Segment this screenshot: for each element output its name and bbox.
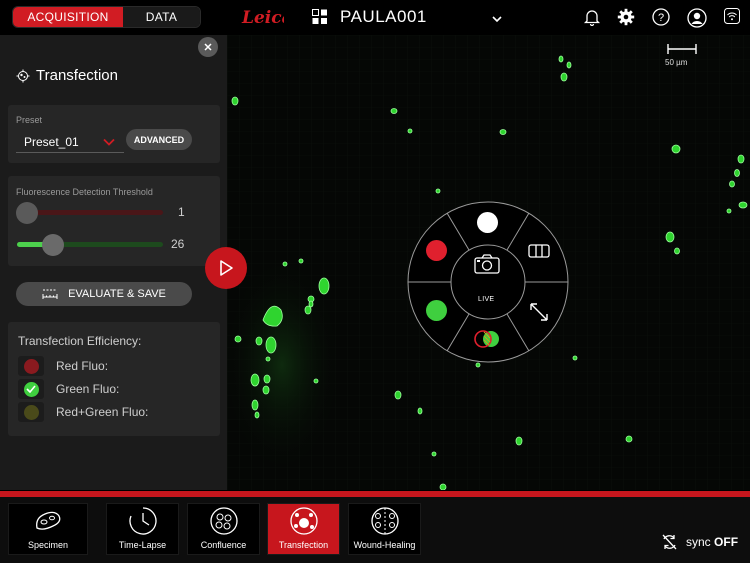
red-fluo-dot [23, 358, 39, 374]
preset-underline [16, 152, 124, 153]
camera-icon[interactable] [474, 254, 500, 274]
module-time-lapse[interactable]: Time-Lapse [106, 503, 179, 555]
panel-title: Transfection [36, 67, 118, 84]
module-confluence[interactable]: Confluence [187, 503, 260, 555]
white-channel-icon[interactable] [477, 212, 498, 233]
efficiency-title: Transfection Efficiency: [18, 334, 142, 348]
user-icon[interactable] [687, 8, 707, 28]
scale-bar [667, 44, 697, 54]
module-time-lapse-label: Time-Lapse [118, 540, 167, 550]
efficiency-row-red-green: Red+Green Fluo: [18, 402, 148, 422]
columns-icon[interactable] [528, 244, 550, 258]
wound-healing-icon [370, 507, 399, 535]
module-transfection-label: Transfection [278, 540, 329, 550]
help-icon[interactable]: ? [652, 8, 670, 26]
grid-icon[interactable] [312, 9, 328, 25]
scale-bar-label: 50 µm [665, 58, 688, 67]
check-icon [23, 381, 39, 397]
chevron-down-icon[interactable] [491, 11, 503, 23]
preset-label: Preset [16, 115, 43, 125]
red-threshold-value: 1 [178, 205, 185, 219]
leica-logo: Leica [240, 6, 293, 28]
module-specimen[interactable]: Specimen [8, 503, 88, 555]
sync-label: sync [686, 535, 711, 549]
efficiency-row-red: Red Fluo: [18, 356, 108, 376]
green-fluo-label: Green Fluo: [56, 382, 120, 396]
red-threshold-slider[interactable] [16, 202, 38, 224]
tab-acquisition[interactable]: ACQUISITION [13, 7, 123, 27]
sync-toggle[interactable]: sync OFF [661, 534, 738, 550]
green-channel-icon[interactable] [426, 300, 447, 321]
module-wound-healing[interactable]: Wound-Healing [348, 503, 421, 555]
red-fluo-label: Red Fluo: [56, 359, 109, 373]
transfection-icon [289, 507, 318, 535]
module-transfection[interactable]: Transfection [267, 503, 340, 555]
expand-icon[interactable] [528, 301, 550, 323]
tab-data[interactable]: DATA [123, 7, 200, 27]
green-threshold-value: 26 [171, 237, 185, 251]
close-panel-button[interactable] [198, 37, 218, 57]
wifi-icon[interactable] [724, 8, 740, 24]
threshold-label: Fluorescence Detection Threshold [16, 187, 153, 197]
evaluate-save-button[interactable]: EVALUATE & SAVE [16, 282, 192, 306]
module-bar: Specimen Time-Lapse Confluence Transfect… [0, 497, 750, 563]
sync-off-icon [662, 534, 677, 550]
overlay-channel-icon[interactable] [471, 328, 503, 350]
svg-text:?: ? [658, 12, 664, 24]
clock-icon [128, 507, 157, 535]
module-wound-healing-label: Wound-Healing [353, 540, 416, 550]
live-label[interactable]: LIVE [478, 296, 494, 303]
red-threshold-track[interactable] [17, 210, 163, 215]
project-title[interactable]: PAULA001 [340, 7, 427, 27]
efficiency-row-green: Green Fluo: [18, 379, 119, 399]
ruler-icon [42, 289, 58, 299]
efficiency-card: Transfection Efficiency: Red Fluo: Green… [8, 322, 220, 436]
red-channel-icon[interactable] [426, 240, 447, 261]
leica-logo-text: Leica [241, 8, 284, 28]
microscope-image[interactable]: 50 µm LIVE [227, 35, 750, 490]
threshold-card: Fluorescence Detection Threshold 1 26 [8, 176, 220, 266]
close-icon [204, 43, 212, 51]
green-threshold-slider[interactable] [42, 234, 64, 256]
sync-state: OFF [714, 535, 739, 549]
preset-card: Preset Preset_01 ADVANCED [8, 105, 220, 163]
confluence-icon [209, 507, 238, 535]
bell-icon[interactable] [583, 8, 601, 27]
chevron-down-icon[interactable] [102, 134, 116, 146]
panel-header: Transfection [16, 67, 118, 84]
play-icon [220, 260, 233, 276]
gear-icon[interactable] [617, 8, 635, 26]
red-green-fluo-label: Red+Green Fluo: [56, 405, 149, 419]
specimen-icon [36, 511, 61, 530]
transfection-panel: Transfection Preset Preset_01 ADVANCED F… [0, 35, 227, 490]
evaluate-save-label: EVALUATE & SAVE [68, 288, 166, 300]
module-confluence-label: Confluence [200, 540, 247, 550]
mode-switch: ACQUISITION DATA [12, 6, 201, 28]
preset-select[interactable]: Preset_01 [24, 135, 79, 149]
module-specimen-label: Specimen [27, 540, 69, 550]
red-green-fluo-dot [23, 404, 39, 420]
top-bar: ACQUISITION DATA Leica PAULA001 [0, 0, 750, 35]
transfection-icon [16, 69, 30, 82]
advanced-button[interactable]: ADVANCED [126, 129, 192, 150]
play-button[interactable] [205, 247, 247, 289]
